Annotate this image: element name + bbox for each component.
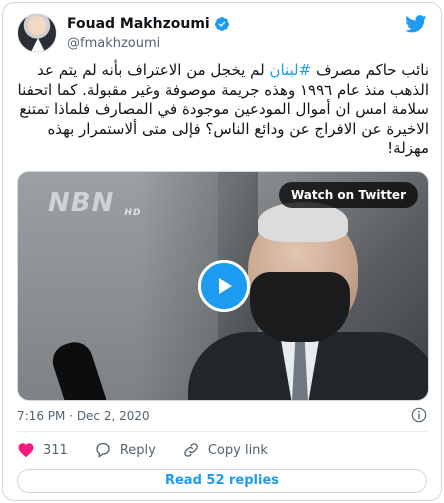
hashtag-link[interactable]: #لبنان (269, 61, 311, 79)
tweet-header: Fouad Makhzoumi @fmakhzoumi (17, 13, 427, 55)
heart-icon (18, 443, 34, 458)
video-thumbnail[interactable]: NBN HD Watch on Twitter (17, 171, 429, 401)
tweet-text-before: نائب حاكم مصرف (311, 61, 429, 79)
play-button[interactable] (198, 260, 250, 312)
name-row: Fouad Makhzoumi (67, 15, 230, 33)
copy-link-button[interactable]: Copy link (182, 441, 268, 459)
reply-icon (96, 442, 110, 458)
like-count: 311 (43, 442, 68, 458)
display-name[interactable]: Fouad Makhzoumi (67, 16, 210, 32)
play-icon (219, 278, 232, 294)
reply-label: Reply (119, 442, 156, 458)
tweet-card: Fouad Makhzoumi @fmakhzoumi نائب حاكم مص… (2, 2, 442, 501)
verified-badge-icon (214, 17, 229, 31)
avatar[interactable] (17, 13, 57, 53)
watch-on-twitter-button[interactable]: Watch on Twitter (278, 182, 418, 208)
link-icon (184, 443, 198, 457)
channel-watermark: NBN HD (48, 188, 141, 218)
channel-watermark-hd: HD (124, 208, 142, 218)
info-icon[interactable] (411, 407, 427, 423)
author-block[interactable]: Fouad Makhzoumi @fmakhzoumi (67, 15, 230, 51)
timestamp-separator: · (65, 409, 77, 423)
like-button[interactable]: 311 (17, 441, 68, 459)
tweet-time: 7:16 PM (17, 409, 66, 423)
channel-watermark-text: NBN (48, 188, 115, 218)
copy-link-label: Copy link (207, 442, 268, 458)
handle[interactable]: @fmakhzoumi (67, 36, 230, 51)
tweet-date: Dec 2, 2020 (76, 409, 150, 423)
twitter-bird-icon[interactable] (405, 15, 427, 33)
tweet-text: نائب حاكم مصرف #لبنان لم يخجل من الاعترا… (17, 61, 429, 159)
read-replies-button[interactable]: Read 52 replies (17, 469, 427, 493)
tweet-actions: 311 Reply Copy link (17, 439, 268, 461)
tweet-timestamp[interactable]: 7:16 PM · Dec 2, 2020 (17, 409, 150, 423)
reply-button[interactable]: Reply (94, 441, 156, 459)
divider (17, 431, 427, 432)
